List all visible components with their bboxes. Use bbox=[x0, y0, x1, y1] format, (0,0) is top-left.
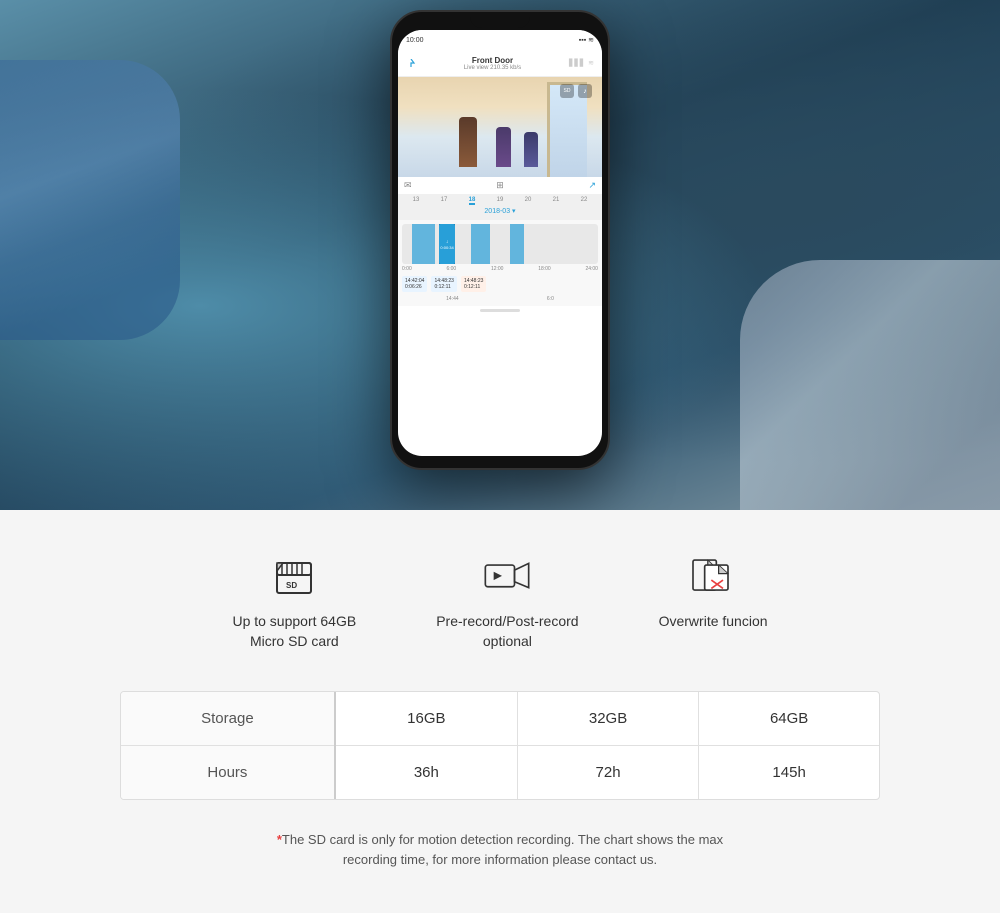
phone-screen: 10:00 ▪▪▪ ≋ Front Door Live view 210.35 … bbox=[398, 30, 602, 456]
date-19: 19 bbox=[497, 197, 504, 205]
time-12: 12:00 bbox=[491, 266, 504, 272]
sd-card-icon: SD bbox=[264, 550, 324, 600]
phone-nav-icon bbox=[406, 54, 416, 72]
phone-notch bbox=[470, 12, 530, 28]
person-silhouette-1 bbox=[459, 117, 477, 167]
date-20: 20 bbox=[525, 197, 532, 205]
phone-camera-name: Front Door bbox=[464, 56, 521, 65]
sleeve-decoration bbox=[0, 60, 180, 340]
expand-icon: ↗ bbox=[588, 180, 596, 191]
date-scroll: 13 17 18 19 20 21 22 2018-03 ▾ bbox=[398, 194, 602, 220]
segment-3 bbox=[471, 224, 491, 264]
hours-36h: 36h bbox=[335, 746, 518, 800]
date-17: 17 bbox=[441, 197, 448, 205]
person-silhouette-3 bbox=[524, 132, 538, 167]
table-row-storage: Storage 16GB 32GB 64GB bbox=[121, 692, 879, 746]
phone-time: 10:00 bbox=[406, 37, 424, 44]
storage-table: Storage 16GB 32GB 64GB Hours 36h 72h 145… bbox=[121, 692, 879, 799]
segment-1 bbox=[412, 224, 436, 264]
bottom-timeline: 14:44 6:0 bbox=[402, 296, 598, 302]
selected-segment-overlay: ↓ 0:00:34 bbox=[439, 224, 455, 264]
month-label: 2018-03 ▾ bbox=[402, 207, 598, 215]
time-0: 0:00 bbox=[402, 266, 412, 272]
phone-signal: ▪▪▪ ≋ bbox=[579, 36, 594, 44]
camera-controls: SD ♪ bbox=[554, 81, 598, 101]
overwrite-icon bbox=[683, 550, 743, 600]
home-bar bbox=[480, 309, 520, 312]
storage-16gb: 16GB bbox=[335, 692, 518, 746]
phone-mockup: 10:00 ▪▪▪ ≋ Front Door Live view 210.35 … bbox=[390, 10, 610, 470]
storage-32gb: 32GB bbox=[517, 692, 698, 746]
date-row: 13 17 18 19 20 21 22 bbox=[402, 197, 598, 205]
sd-icon: SD bbox=[560, 84, 574, 98]
jeans-decoration bbox=[740, 260, 1000, 510]
svg-text:SD: SD bbox=[286, 581, 297, 590]
feature-overwrite: Overwrite funcion bbox=[659, 550, 768, 651]
disclaimer-text: The SD card is only for motion detection… bbox=[282, 832, 723, 867]
segment-4 bbox=[510, 224, 524, 264]
phone-timeline: ↓ 0:00:34 0:00 6:00 12:00 18:00 24:00 14… bbox=[398, 220, 602, 306]
recording-details: 14:42:040:06:26 14:48:230:12:11 14:48:23… bbox=[402, 276, 598, 292]
phone-app-header: Front Door Live view 210.35 kb/s ▋▋▋ ≋ bbox=[398, 50, 602, 77]
date-13: 13 bbox=[413, 197, 420, 205]
date-21: 21 bbox=[553, 197, 560, 205]
record-detail-1: 14:42:040:06:26 bbox=[402, 276, 427, 292]
timeline-bar: ↓ 0:00:34 bbox=[402, 224, 598, 264]
storage-label: Storage bbox=[121, 692, 335, 746]
feature-sdcard: SD Up to support 64GBMicro SD card bbox=[232, 550, 356, 651]
phone-wifi-icon: ≋ bbox=[588, 59, 594, 67]
date-22: 22 bbox=[581, 197, 588, 205]
person-silhouette-2 bbox=[496, 127, 511, 167]
phone-header-icons: ▋▋▋ ≋ bbox=[569, 59, 594, 67]
table-row-hours: Hours 36h 72h 145h bbox=[121, 746, 879, 800]
phone-home-indicator bbox=[398, 306, 602, 314]
phone-live-label: Live view 210.35 kb/s bbox=[464, 65, 521, 71]
record-detail-2: 14:48:230:12:11 bbox=[431, 276, 456, 292]
features-section: SD Up to support 64GBMicro SD card bbox=[0, 510, 1000, 909]
hours-72h: 72h bbox=[517, 746, 698, 800]
phone-body: 10:00 ▪▪▪ ≋ Front Door Live view 210.35 … bbox=[390, 10, 610, 470]
record-detail-3: 14:48:230:12:11 bbox=[461, 276, 486, 292]
video-record-icon bbox=[477, 550, 537, 600]
fullscreen-icon: ⊞ bbox=[496, 180, 504, 191]
storage-table-container: Storage 16GB 32GB 64GB Hours 36h 72h 145… bbox=[120, 691, 880, 800]
timeline-time-labels: 0:00 6:00 12:00 18:00 24:00 bbox=[402, 266, 598, 272]
feature-overwrite-text: Overwrite funcion bbox=[659, 612, 768, 632]
feature-record: Pre-record/Post-recordoptional bbox=[436, 550, 578, 651]
disclaimer: *The SD card is only for motion detectio… bbox=[150, 820, 850, 879]
hours-145h: 145h bbox=[699, 746, 879, 800]
time-24: 24:00 bbox=[585, 266, 598, 272]
time-6: 6:00 bbox=[446, 266, 456, 272]
timeline-controls: ✉ ⊞ ↗ bbox=[398, 177, 602, 194]
features-grid: SD Up to support 64GBMicro SD card bbox=[20, 550, 980, 651]
phone-signal-icon: ▋▋▋ bbox=[569, 59, 585, 67]
phone-status-bar: 10:00 ▪▪▪ ≋ bbox=[398, 30, 602, 50]
message-icon: ✉ bbox=[404, 180, 412, 191]
feature-sdcard-text: Up to support 64GBMicro SD card bbox=[232, 612, 356, 651]
time-18: 18:00 bbox=[538, 266, 551, 272]
hours-label: Hours bbox=[121, 746, 335, 800]
date-18: 18 bbox=[469, 197, 476, 205]
storage-64gb: 64GB bbox=[699, 692, 879, 746]
phone-camera-view: SD ♪ bbox=[398, 77, 602, 177]
volume-icon: ♪ bbox=[578, 84, 592, 98]
feature-record-text: Pre-record/Post-recordoptional bbox=[436, 612, 578, 651]
hero-section: 10:00 ▪▪▪ ≋ Front Door Live view 210.35 … bbox=[0, 0, 1000, 510]
